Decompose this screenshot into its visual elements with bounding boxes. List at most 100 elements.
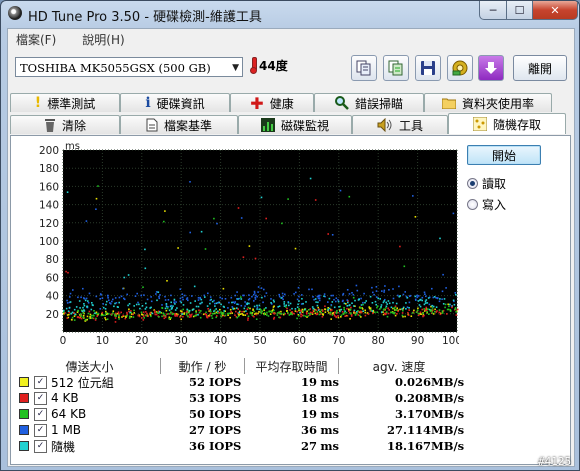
save-button[interactable] [415,55,441,81]
data-point [385,301,387,304]
options-button[interactable] [447,55,473,81]
data-point [298,315,300,317]
data-point [448,305,450,308]
write-radio[interactable] [467,199,478,210]
data-point [249,311,252,314]
data-point [224,298,227,300]
data-point [407,314,410,316]
data-point [129,315,131,318]
data-point [306,310,308,313]
maximize-button[interactable]: ☐ [506,1,533,20]
data-point [101,313,103,315]
data-point [287,301,290,304]
time-unit: ms [320,407,339,421]
data-point [374,311,376,314]
tab-folder-usage[interactable]: 資料夾使用率 [424,93,552,112]
data-point [362,303,364,306]
tab-file-benchmark[interactable]: 檔案基準 [120,115,238,134]
data-point [350,312,352,314]
data-point [126,314,128,317]
data-point [182,315,184,318]
data-point [66,302,69,304]
data-point [368,306,370,308]
menu-help[interactable]: 說明(H) [74,29,132,49]
data-point [257,286,260,288]
data-point [132,316,135,318]
read-option[interactable]: 讀取 [467,175,541,192]
data-point [101,297,104,299]
data-point [202,313,205,316]
write-option[interactable]: 寫入 [467,196,541,213]
size-label: 4 KB [51,391,79,405]
title-bar[interactable]: HD Tune Pro 3.50 - 硬碟檢測-維護工具 ─ ☐ ✕ [1,1,579,27]
data-point [80,317,83,320]
data-point [142,319,145,321]
copy-all-button[interactable] [383,55,409,81]
data-point [278,293,280,296]
data-point [145,311,147,313]
copy-info-button[interactable] [351,55,377,81]
start-button[interactable]: 開始 [467,145,541,165]
tab-tools[interactable]: 工具 [352,115,448,134]
series-checkbox[interactable]: ✓ [34,407,47,421]
menu-file[interactable]: 檔案(F) [8,29,64,49]
data-point [282,295,285,298]
data-point [209,296,212,298]
download-button[interactable] [478,55,504,81]
tab-error-scan[interactable]: 錯誤掃瞄 [314,93,424,112]
data-point [69,292,72,295]
data-point [266,311,268,314]
data-point [66,191,69,193]
y-tick-label: 200 [39,145,59,157]
drive-select[interactable]: TOSHIBA MK5055GSX (500 GB) ▼ [15,57,243,77]
data-point [230,296,233,299]
tab-random-access[interactable]: 隨機存取 [448,113,566,134]
size-cell: ✓ 512 位元組 [19,374,161,391]
data-point [254,296,256,299]
tab-disk-monitor[interactable]: 磁碟監視 [238,115,352,134]
data-point [315,309,318,311]
data-point [309,308,311,310]
data-point [286,310,288,312]
header-avg-speed: agv. 速度 [372,360,426,374]
exit-button[interactable]: 離開 [513,55,567,81]
data-point [118,314,120,316]
data-point [77,310,80,312]
speed-unit: MB/s [431,391,465,405]
data-point [423,308,425,310]
data-point [433,296,436,298]
data-point [289,313,292,315]
series-checkbox[interactable]: ✓ [34,423,47,437]
data-point [368,307,371,310]
series-checkbox[interactable]: ✓ [34,391,47,405]
data-point [331,309,333,311]
data-point [253,300,255,302]
read-radio[interactable] [467,178,478,189]
data-point [404,291,406,293]
series-checkbox[interactable]: ✓ [34,439,47,453]
tab-benchmark[interactable]: ! 標準測試 [10,93,120,112]
speaker-icon [377,118,392,132]
menu-bar: 檔案(F) 說明(H) [8,29,574,49]
tab-info-label: 硬碟資訊 [156,96,205,111]
series-checkbox[interactable]: ✓ [34,375,47,389]
data-point [237,308,239,310]
data-point [128,303,131,305]
data-point [298,300,300,302]
data-point [113,305,115,308]
tab-health[interactable]: ✚ 健康 [230,93,314,113]
data-point [394,306,396,309]
data-point [66,299,68,302]
data-point [387,307,389,310]
data-point [122,314,124,317]
info-icon: i [145,95,151,111]
minimize-button[interactable]: ─ [479,1,507,20]
data-point [344,310,346,313]
tab-erase[interactable]: 清除 [10,115,120,134]
tab-info[interactable]: i 硬碟資訊 [120,93,230,112]
data-point [272,299,275,302]
data-point [174,303,176,305]
minimize-icon: ─ [489,3,497,17]
data-point [371,302,374,304]
close-button[interactable]: ✕ [532,1,578,20]
